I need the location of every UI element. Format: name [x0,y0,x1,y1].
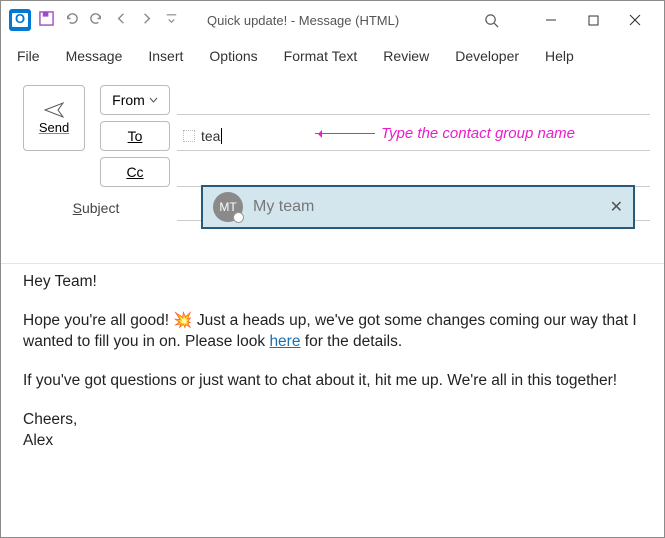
menu-help[interactable]: Help [545,48,574,64]
menu-insert[interactable]: Insert [148,48,183,64]
qat-dropdown-icon[interactable] [164,11,179,29]
redo-icon[interactable] [89,11,104,29]
body-paragraph-1: Hope you're all good! 💥 Just a heads up,… [23,311,642,353]
body-link[interactable]: here [269,333,300,350]
quick-access-toolbar [39,11,179,29]
undo-icon[interactable] [64,11,79,29]
message-body[interactable]: Hey Team! Hope you're all good! 💥 Just a… [1,263,664,537]
forward-icon[interactable] [139,11,154,29]
annotation: Type the contact group name [315,125,575,142]
close-icon[interactable]: ✕ [610,197,623,217]
send-button[interactable]: Send [23,85,85,151]
back-icon[interactable] [114,11,129,29]
menu-format-text[interactable]: Format Text [284,48,358,64]
from-field[interactable] [177,85,650,115]
chevron-down-icon [149,97,158,103]
window-title: Quick update! - Message (HTML) [207,13,462,28]
maximize-button[interactable] [572,5,614,35]
titlebar: Quick update! - Message (HTML) [1,1,664,39]
suggestion-name: My team [253,198,600,216]
save-icon[interactable] [39,11,54,29]
search-icon[interactable] [470,5,512,35]
cc-button[interactable]: Cc [100,157,170,187]
from-button[interactable]: From [100,85,170,115]
close-button[interactable] [614,5,656,35]
menu-file[interactable]: File [17,48,40,64]
expand-icon [183,130,195,142]
body-signature: Cheers,Alex [23,410,642,452]
to-input-value: tea [201,128,222,144]
menubar: File Message Insert Options Format Text … [1,39,664,73]
menu-options[interactable]: Options [209,48,257,64]
menu-review[interactable]: Review [383,48,429,64]
send-icon [44,102,64,118]
autocomplete-suggestion[interactable]: MT My team ✕ [201,185,635,229]
subject-label: Subject [15,200,177,216]
avatar: MT [213,192,243,222]
minimize-button[interactable] [530,5,572,35]
menu-developer[interactable]: Developer [455,48,519,64]
arrow-icon [315,133,375,134]
outlook-icon [9,9,31,31]
body-greeting: Hey Team! [23,272,642,293]
cc-field[interactable] [177,157,650,187]
menu-message[interactable]: Message [66,48,123,64]
to-button[interactable]: To [100,121,170,151]
body-paragraph-2: If you've got questions or just want to … [23,371,642,392]
